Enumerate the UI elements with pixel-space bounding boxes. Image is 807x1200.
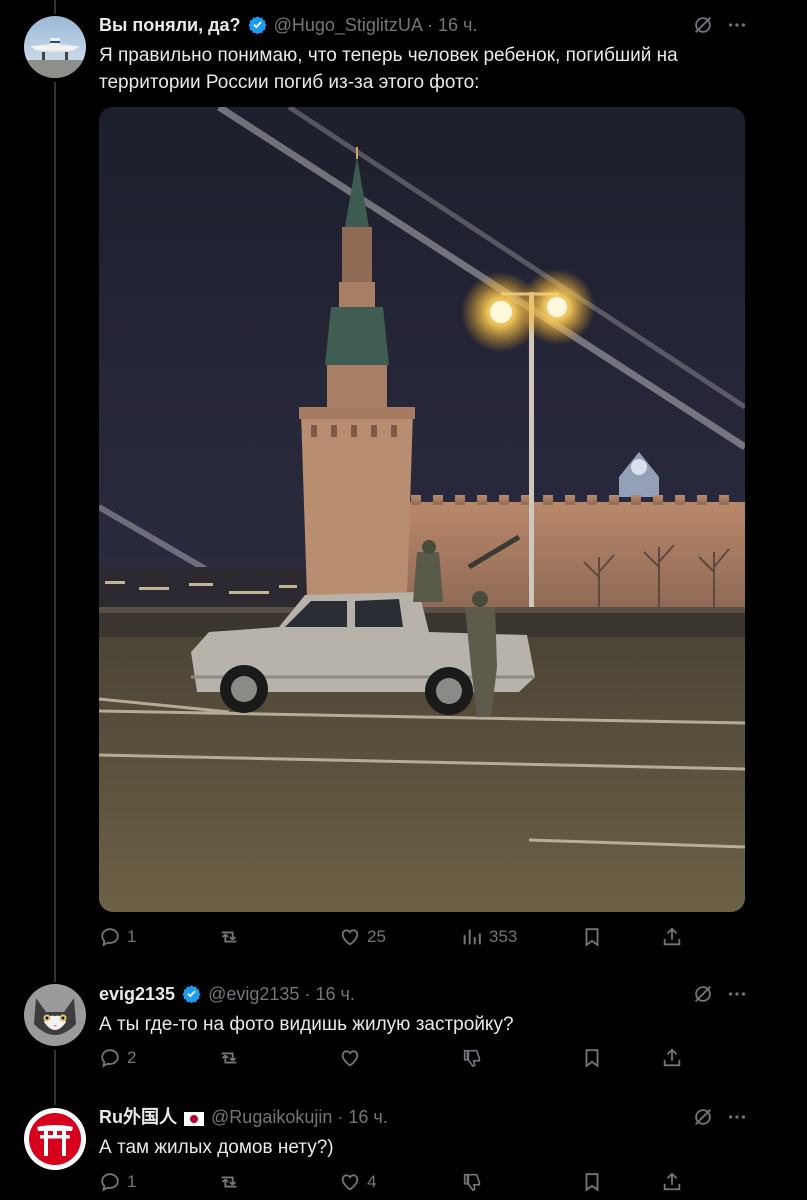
display-name[interactable]: evig2135 [99, 984, 175, 1004]
user-handle[interactable]: @evig2135 [208, 984, 299, 1004]
reply-count: 1 [127, 927, 137, 946]
reply-tweet-evig2135[interactable]: evig2135 @evig2135 · 16 ч. А ты где-то н… [0, 970, 807, 1088]
share-icon [663, 927, 681, 946]
reply-icon [101, 1173, 119, 1192]
like-count: 25 [367, 927, 386, 946]
more-options-icon[interactable] [726, 1106, 748, 1133]
tweet-top-icons [692, 1106, 752, 1130]
avatar[interactable] [24, 1108, 86, 1170]
thumbs-down-icon [463, 1049, 481, 1068]
tweet-main[interactable]: Вы поняли, да? @Hugo_StiglitzUA · 16 ч. … [0, 0, 807, 965]
downvote-button[interactable] [461, 1171, 483, 1193]
verified-badge-icon [182, 984, 201, 1008]
tweet-photo[interactable] [99, 107, 745, 912]
reply-button[interactable]: 2 [99, 1047, 136, 1069]
views-button[interactable]: 353 [461, 926, 517, 948]
tweet-top-icons [692, 14, 752, 38]
repost-button[interactable] [217, 1171, 241, 1193]
tweet-header: Ru外国人 @Rugaikokujin · 16 ч. [99, 1106, 388, 1131]
share-icon [663, 1172, 681, 1191]
like-button[interactable]: 25 [339, 926, 386, 948]
display-name[interactable]: Вы поняли, да? [99, 15, 241, 35]
heart-icon [341, 1174, 359, 1191]
tweet-text: А ты где-то на фото видишь жилую застрой… [99, 1014, 514, 1035]
share-button[interactable] [661, 1047, 683, 1069]
repost-button[interactable] [217, 1047, 241, 1069]
bookmark-button[interactable] [581, 1047, 603, 1069]
user-handle[interactable]: @Hugo_StiglitzUA [274, 15, 422, 35]
reply-button[interactable]: 1 [99, 926, 136, 948]
tweet-header: evig2135 @evig2135 · 16 ч. [99, 983, 355, 1008]
grok-icon[interactable] [692, 1106, 714, 1133]
verified-badge-icon [247, 15, 267, 39]
repost-icon [221, 1052, 237, 1064]
user-handle[interactable]: @Rugaikokujin [211, 1107, 332, 1127]
tweet-actions: 1 25 353 [99, 926, 759, 952]
more-options-icon[interactable] [726, 14, 748, 41]
reply-tweet-rugaikokujin[interactable]: Ru外国人 @Rugaikokujin · 16 ч. А там жилых … [0, 1092, 807, 1200]
bookmark-button[interactable] [581, 926, 603, 948]
views-count: 353 [489, 927, 518, 946]
like-button[interactable]: 4 [339, 1171, 376, 1193]
repost-button[interactable] [217, 926, 241, 948]
more-options-icon[interactable] [726, 983, 748, 1010]
timestamp[interactable]: · 16 ч. [427, 15, 477, 35]
japan-flag-icon [184, 1109, 205, 1131]
reply-icon [101, 928, 119, 947]
reply-icon [101, 1049, 119, 1068]
reply-count: 1 [127, 1172, 137, 1191]
repost-icon [221, 1176, 237, 1188]
repost-icon [221, 931, 237, 943]
grok-icon[interactable] [692, 14, 714, 41]
avatar[interactable] [24, 16, 86, 78]
timestamp[interactable]: · 16 ч. [337, 1107, 387, 1127]
thumbs-down-icon [463, 1173, 481, 1192]
tweet-actions: 2 [99, 1047, 759, 1073]
display-name[interactable]: Ru外国人 [99, 1107, 177, 1127]
share-button[interactable] [661, 1171, 683, 1193]
heart-icon [341, 1050, 359, 1067]
tweet-text: Я правильно понимаю, что теперь человек … [99, 45, 678, 93]
like-button[interactable] [339, 1047, 361, 1069]
tweet-header: Вы поняли, да? @Hugo_StiglitzUA · 16 ч. [99, 14, 477, 39]
tweet-actions: 1 4 [99, 1171, 759, 1197]
share-button[interactable] [661, 926, 683, 948]
bookmark-icon [585, 1049, 599, 1068]
views-chart-icon [463, 929, 481, 945]
reply-count: 2 [127, 1048, 137, 1067]
moscow-kremlin-night-photo-icon [99, 107, 745, 912]
downvote-button[interactable] [461, 1047, 483, 1069]
timestamp[interactable]: · 16 ч. [304, 984, 354, 1004]
like-count: 4 [367, 1172, 377, 1191]
bookmark-icon [585, 1173, 599, 1192]
grok-icon[interactable] [692, 983, 714, 1010]
share-icon [663, 1048, 681, 1067]
tweet-text: А там жилых домов нету?) [99, 1137, 334, 1158]
heart-icon [341, 929, 359, 946]
reply-button[interactable]: 1 [99, 1171, 136, 1193]
avatar[interactable] [24, 984, 86, 1046]
tweet-top-icons [692, 983, 752, 1007]
bookmark-button[interactable] [581, 1171, 603, 1193]
bookmark-icon [585, 928, 599, 947]
